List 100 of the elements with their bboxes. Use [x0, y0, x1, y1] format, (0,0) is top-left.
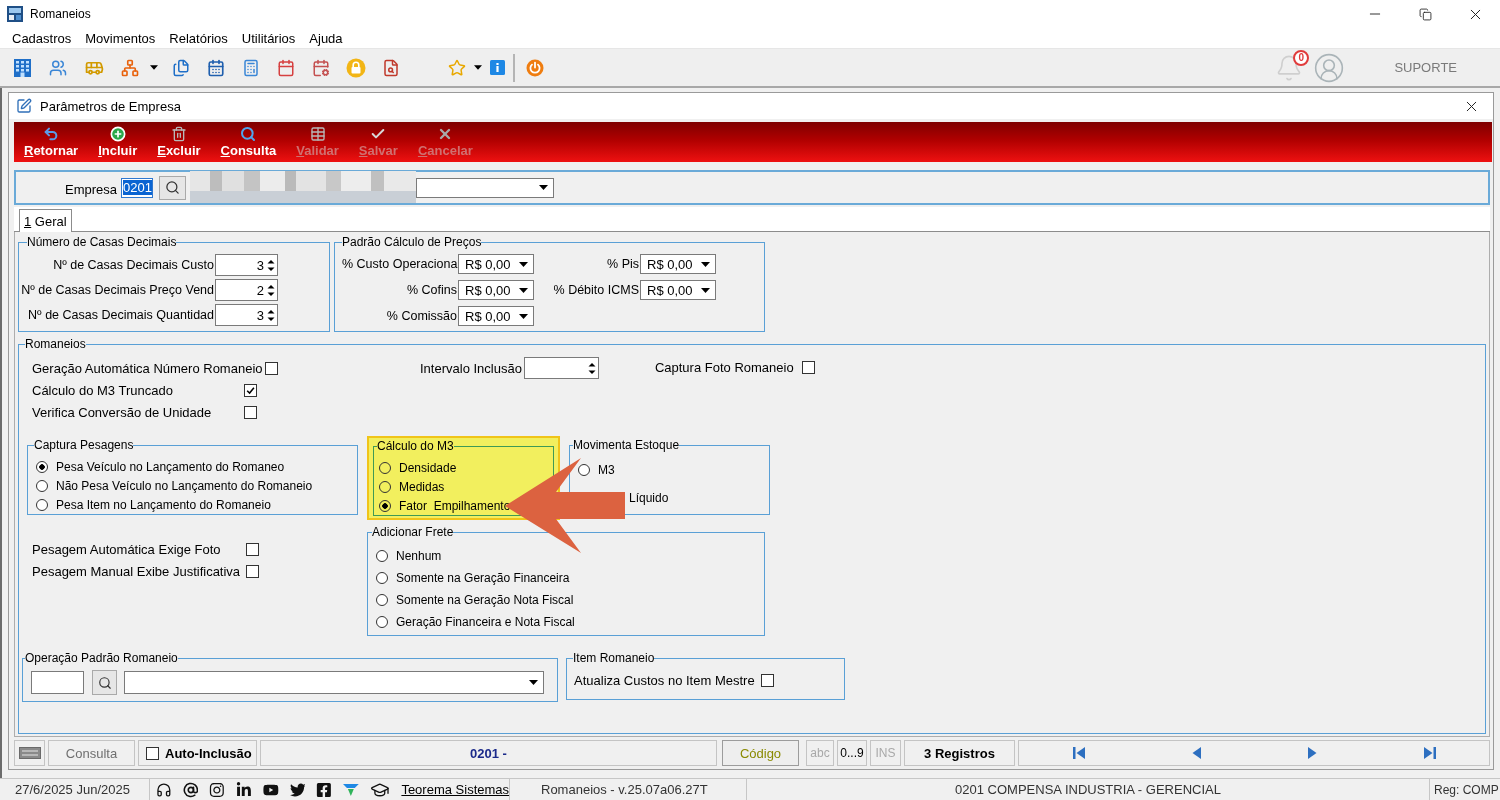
radio-button[interactable]	[379, 499, 391, 512]
caret-icon[interactable]	[474, 65, 482, 70]
field-label: Nº de Casas Decimais Preço Vend	[21, 283, 215, 297]
action-button[interactable]: Excluir	[147, 122, 211, 162]
caret-icon[interactable]	[701, 287, 710, 293]
option-label: Líquido	[629, 491, 669, 505]
radio-button[interactable]	[376, 616, 388, 628]
action-button[interactable]: Incluir	[88, 122, 148, 162]
checkbox[interactable]	[246, 564, 259, 578]
dropdown-field[interactable]: R$ 0,00	[458, 306, 534, 326]
option-label: Medidas	[399, 479, 445, 494]
radio-button[interactable]	[376, 572, 388, 584]
calculator-icon[interactable]	[241, 58, 260, 77]
keyboard-icon[interactable]	[18, 747, 41, 759]
at-sign-icon[interactable]	[182, 781, 199, 798]
menu-item[interactable]: Movimentos	[78, 30, 163, 46]
caret-icon[interactable]	[519, 261, 528, 267]
menu-item[interactable]: Ajuda	[302, 30, 350, 46]
spin-arrows-icon[interactable]	[267, 258, 275, 272]
document-search-icon[interactable]	[381, 58, 400, 77]
radio-button[interactable]	[36, 498, 48, 511]
field-label: % Custo Operaciona	[342, 257, 458, 271]
radio-button[interactable]	[36, 479, 48, 492]
restore-icon[interactable]	[1418, 7, 1432, 21]
building-icon[interactable]	[13, 58, 31, 77]
first-record-icon[interactable]	[1072, 746, 1085, 760]
checkbox-label: Captura Foto Romaneio	[654, 359, 794, 375]
checkbox[interactable]	[146, 746, 159, 760]
search-button[interactable]	[92, 670, 117, 695]
dropdown-field[interactable]: R$ 0,00	[458, 280, 534, 300]
spin-arrows-icon[interactable]	[267, 283, 275, 297]
field-label: % Comissão	[385, 309, 458, 323]
tab[interactable]: 1 Geral	[19, 209, 72, 232]
dropdown-field[interactable]	[124, 671, 544, 694]
menu-item[interactable]: Utilitários	[234, 30, 303, 46]
spin-field[interactable]: 3	[215, 254, 278, 276]
spin-field[interactable]	[523, 357, 599, 379]
caret-icon[interactable]	[519, 313, 528, 319]
previous-record-icon[interactable]	[1191, 746, 1201, 760]
checkbox[interactable]	[244, 405, 257, 419]
caret-icon[interactable]	[150, 65, 158, 70]
checkbox[interactable]	[246, 542, 259, 556]
plus-circle-icon	[109, 126, 126, 142]
spin-field[interactable]: 3	[215, 304, 278, 326]
people-icon[interactable]	[49, 58, 67, 77]
spin-field[interactable]: 2	[215, 279, 278, 301]
documents-icon[interactable]	[171, 58, 190, 77]
caret-icon[interactable]	[539, 185, 548, 190]
checkbox-label: Auto-Inclusão	[165, 745, 252, 761]
search-icon	[240, 126, 257, 142]
caret-icon[interactable]	[529, 680, 538, 685]
calendar-icon[interactable]	[276, 58, 295, 77]
menu-item[interactable]: Cadastros	[5, 30, 79, 46]
support-button[interactable]: SUPORTE	[1394, 60, 1457, 75]
next-record-icon[interactable]	[1307, 746, 1317, 760]
menu-item[interactable]: Relatórios	[162, 30, 235, 46]
instagram-icon[interactable]	[209, 781, 226, 798]
record-count: 3 Registros	[924, 745, 995, 761]
info-icon[interactable]	[489, 60, 505, 75]
company-code-field[interactable]: 0201	[121, 177, 153, 198]
action-button[interactable]: Retornar	[14, 122, 89, 162]
spin-arrows-icon[interactable]	[587, 361, 596, 375]
undo-arrow-icon	[43, 126, 60, 142]
power-icon[interactable]	[526, 58, 544, 77]
dropdown-field[interactable]: R$ 0,00	[640, 280, 716, 300]
dropdown-field[interactable]: R$ 0,00	[640, 254, 716, 274]
radio-button[interactable]	[36, 460, 48, 473]
search-button[interactable]	[159, 175, 186, 200]
triangle-logo-icon[interactable]	[343, 782, 359, 797]
field-label: Nº de Casas Decimais Custo	[52, 258, 215, 272]
radio-button[interactable]	[578, 464, 590, 476]
spin-arrows-icon[interactable]	[267, 308, 275, 322]
caret-icon[interactable]	[701, 261, 710, 267]
facebook-icon[interactable]	[316, 781, 333, 798]
company-link[interactable]: Teorema Sistemas	[401, 782, 510, 797]
dropdown-field[interactable]	[416, 177, 554, 198]
checkbox[interactable]	[760, 673, 774, 687]
radio-button[interactable]	[376, 594, 388, 606]
hierarchy-icon[interactable]	[121, 58, 139, 77]
indicator-label: INS	[875, 746, 896, 760]
group-title: Item Romaneio	[573, 652, 655, 665]
input-field[interactable]	[31, 671, 84, 694]
checkbox[interactable]	[264, 361, 278, 375]
field-label: % Débito ICMS	[552, 283, 640, 297]
star-icon[interactable]	[448, 58, 466, 77]
indicator-label: abc	[810, 746, 830, 760]
caret-icon[interactable]	[519, 287, 528, 293]
headset-icon[interactable]	[156, 781, 172, 798]
radio-button[interactable]	[376, 550, 388, 562]
action-button[interactable]: Consulta	[210, 122, 287, 162]
twitter-icon[interactable]	[289, 781, 306, 798]
option-label: Geração Financeira e Nota Fiscal	[396, 615, 575, 629]
last-record-icon[interactable]	[1423, 746, 1436, 760]
group-title: Romaneios	[25, 338, 86, 351]
calendar-gear-icon[interactable]	[311, 58, 330, 77]
linkedin-icon[interactable]	[236, 781, 252, 798]
calendar-grid-icon[interactable]	[206, 58, 225, 77]
dropdown-field[interactable]: R$ 0,00	[458, 254, 534, 274]
checkbox[interactable]	[801, 360, 815, 374]
checkbox[interactable]	[244, 383, 257, 397]
